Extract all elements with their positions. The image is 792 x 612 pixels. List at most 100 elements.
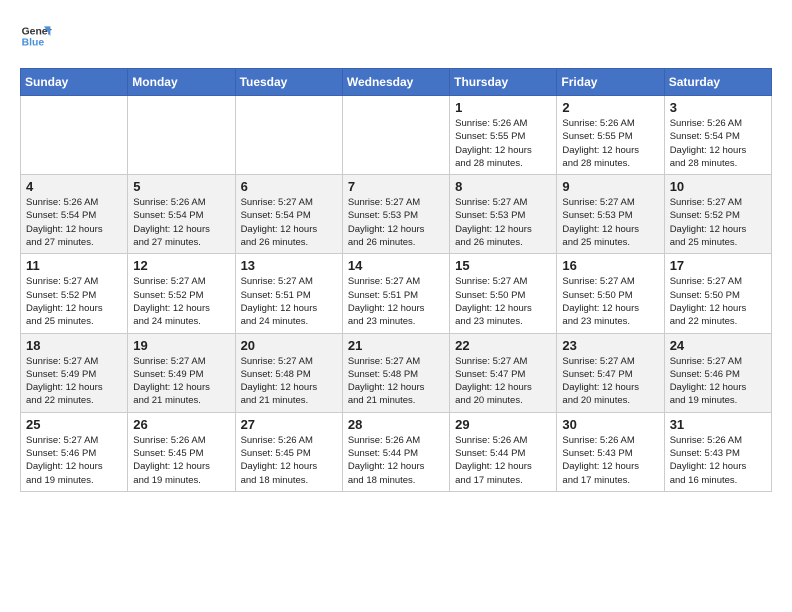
day-info: Sunrise: 5:26 AMSunset: 5:55 PMDaylight:… xyxy=(562,117,658,170)
day-number: 26 xyxy=(133,417,229,432)
day-header-saturday: Saturday xyxy=(664,69,771,96)
svg-text:Blue: Blue xyxy=(22,38,45,49)
calendar-header-row: SundayMondayTuesdayWednesdayThursdayFrid… xyxy=(21,69,772,96)
day-header-friday: Friday xyxy=(557,69,664,96)
page-header: General Blue xyxy=(20,20,772,52)
day-info: Sunrise: 5:27 AMSunset: 5:53 PMDaylight:… xyxy=(455,196,551,249)
day-info: Sunrise: 5:26 AMSunset: 5:54 PMDaylight:… xyxy=(26,196,122,249)
calendar-cell: 16Sunrise: 5:27 AMSunset: 5:50 PMDayligh… xyxy=(557,254,664,333)
day-info: Sunrise: 5:27 AMSunset: 5:52 PMDaylight:… xyxy=(670,196,766,249)
day-number: 11 xyxy=(26,258,122,273)
day-number: 22 xyxy=(455,338,551,353)
day-info: Sunrise: 5:27 AMSunset: 5:50 PMDaylight:… xyxy=(562,275,658,328)
calendar-cell: 11 Sunrise: 5:27 AMSunset: 5:52 PMDayligh… xyxy=(21,254,128,333)
calendar-cell: 1 Sunrise: 5:26 AMSunset: 5:55 PMDaylight… xyxy=(450,96,557,175)
day-number: 2 xyxy=(562,100,658,115)
day-info: Sunrise: 5:27 AMSunset: 5:48 PMDaylight:… xyxy=(241,355,337,408)
day-number: 31 xyxy=(670,417,766,432)
day-number: 9 xyxy=(562,179,658,194)
calendar-cell: 31 Sunrise: 5:26 AMSunset: 5:43 PMDayligh… xyxy=(664,412,771,491)
day-header-thursday: Thursday xyxy=(450,69,557,96)
calendar-cell: 6 Sunrise: 5:27 AMSunset: 5:54 PMDaylight… xyxy=(235,175,342,254)
calendar-week-3: 11 Sunrise: 5:27 AMSunset: 5:52 PMDayligh… xyxy=(21,254,772,333)
calendar-cell: 29 Sunrise: 5:26 AMSunset: 5:44 PMDayligh… xyxy=(450,412,557,491)
calendar-cell: 9Sunrise: 5:27 AMSunset: 5:53 PMDaylight… xyxy=(557,175,664,254)
day-info: Sunrise: 5:27 AMSunset: 5:46 PMDaylight:… xyxy=(26,434,122,487)
calendar-cell: 24 Sunrise: 5:27 AMSunset: 5:46 PMDayligh… xyxy=(664,333,771,412)
day-header-monday: Monday xyxy=(128,69,235,96)
day-info: Sunrise: 5:26 AMSunset: 5:54 PMDaylight:… xyxy=(133,196,229,249)
calendar-cell xyxy=(21,96,128,175)
day-number: 30 xyxy=(562,417,658,432)
logo: General Blue xyxy=(20,20,52,52)
calendar-cell: 25Sunrise: 5:27 AMSunset: 5:46 PMDayligh… xyxy=(21,412,128,491)
calendar-cell: 10 Sunrise: 5:27 AMSunset: 5:52 PMDayligh… xyxy=(664,175,771,254)
calendar-cell xyxy=(235,96,342,175)
day-number: 15 xyxy=(455,258,551,273)
day-info: Sunrise: 5:26 AMSunset: 5:54 PMDaylight:… xyxy=(670,117,766,170)
day-number: 19 xyxy=(133,338,229,353)
day-header-wednesday: Wednesday xyxy=(342,69,449,96)
calendar-cell: 19 Sunrise: 5:27 AMSunset: 5:49 PMDayligh… xyxy=(128,333,235,412)
calendar-week-1: 1 Sunrise: 5:26 AMSunset: 5:55 PMDaylight… xyxy=(21,96,772,175)
day-info: Sunrise: 5:27 AMSunset: 5:49 PMDaylight:… xyxy=(133,355,229,408)
calendar-cell: 21Sunrise: 5:27 AMSunset: 5:48 PMDayligh… xyxy=(342,333,449,412)
day-number: 6 xyxy=(241,179,337,194)
calendar-cell: 13Sunrise: 5:27 AMSunset: 5:51 PMDayligh… xyxy=(235,254,342,333)
day-number: 29 xyxy=(455,417,551,432)
calendar-cell: 12 Sunrise: 5:27 AMSunset: 5:52 PMDayligh… xyxy=(128,254,235,333)
day-header-tuesday: Tuesday xyxy=(235,69,342,96)
day-info: Sunrise: 5:27 AMSunset: 5:46 PMDaylight:… xyxy=(670,355,766,408)
calendar-cell: 20 Sunrise: 5:27 AMSunset: 5:48 PMDayligh… xyxy=(235,333,342,412)
day-info: Sunrise: 5:26 AMSunset: 5:55 PMDaylight:… xyxy=(455,117,551,170)
day-info: Sunrise: 5:27 AMSunset: 5:51 PMDaylight:… xyxy=(241,275,337,328)
day-info: Sunrise: 5:26 AMSunset: 5:43 PMDaylight:… xyxy=(562,434,658,487)
day-number: 1 xyxy=(455,100,551,115)
day-number: 27 xyxy=(241,417,337,432)
calendar-cell: 14Sunrise: 5:27 AMSunset: 5:51 PMDayligh… xyxy=(342,254,449,333)
day-number: 5 xyxy=(133,179,229,194)
calendar-cell: 8Sunrise: 5:27 AMSunset: 5:53 PMDaylight… xyxy=(450,175,557,254)
calendar-cell: 4 Sunrise: 5:26 AMSunset: 5:54 PMDaylight… xyxy=(21,175,128,254)
day-info: Sunrise: 5:27 AMSunset: 5:47 PMDaylight:… xyxy=(562,355,658,408)
day-number: 10 xyxy=(670,179,766,194)
calendar-week-2: 4 Sunrise: 5:26 AMSunset: 5:54 PMDaylight… xyxy=(21,175,772,254)
calendar-cell: 5 Sunrise: 5:26 AMSunset: 5:54 PMDaylight… xyxy=(128,175,235,254)
day-number: 14 xyxy=(348,258,444,273)
calendar-cell: 7 Sunrise: 5:27 AMSunset: 5:53 PMDaylight… xyxy=(342,175,449,254)
calendar-cell: 2 Sunrise: 5:26 AMSunset: 5:55 PMDaylight… xyxy=(557,96,664,175)
day-number: 4 xyxy=(26,179,122,194)
day-info: Sunrise: 5:27 AMSunset: 5:54 PMDaylight:… xyxy=(241,196,337,249)
day-number: 20 xyxy=(241,338,337,353)
day-info: Sunrise: 5:27 AMSunset: 5:53 PMDaylight:… xyxy=(348,196,444,249)
day-number: 21 xyxy=(348,338,444,353)
calendar-cell: 23 Sunrise: 5:27 AMSunset: 5:47 PMDayligh… xyxy=(557,333,664,412)
calendar-cell xyxy=(342,96,449,175)
calendar-cell: 27 Sunrise: 5:26 AMSunset: 5:45 PMDayligh… xyxy=(235,412,342,491)
day-info: Sunrise: 5:26 AMSunset: 5:44 PMDaylight:… xyxy=(455,434,551,487)
calendar-cell: 26 Sunrise: 5:26 AMSunset: 5:45 PMDayligh… xyxy=(128,412,235,491)
calendar-cell: 18Sunrise: 5:27 AMSunset: 5:49 PMDayligh… xyxy=(21,333,128,412)
day-number: 12 xyxy=(133,258,229,273)
calendar-week-5: 25Sunrise: 5:27 AMSunset: 5:46 PMDayligh… xyxy=(21,412,772,491)
calendar-cell: 22 Sunrise: 5:27 AMSunset: 5:47 PMDayligh… xyxy=(450,333,557,412)
day-info: Sunrise: 5:27 AMSunset: 5:50 PMDaylight:… xyxy=(455,275,551,328)
calendar-cell: 15 Sunrise: 5:27 AMSunset: 5:50 PMDayligh… xyxy=(450,254,557,333)
calendar-cell: 3 Sunrise: 5:26 AMSunset: 5:54 PMDaylight… xyxy=(664,96,771,175)
day-number: 3 xyxy=(670,100,766,115)
calendar-cell: 28Sunrise: 5:26 AMSunset: 5:44 PMDayligh… xyxy=(342,412,449,491)
day-info: Sunrise: 5:27 AMSunset: 5:52 PMDaylight:… xyxy=(26,275,122,328)
day-info: Sunrise: 5:27 AMSunset: 5:47 PMDaylight:… xyxy=(455,355,551,408)
calendar-cell: 30 Sunrise: 5:26 AMSunset: 5:43 PMDayligh… xyxy=(557,412,664,491)
calendar-cell xyxy=(128,96,235,175)
day-info: Sunrise: 5:27 AMSunset: 5:52 PMDaylight:… xyxy=(133,275,229,328)
day-info: Sunrise: 5:26 AMSunset: 5:45 PMDaylight:… xyxy=(241,434,337,487)
day-number: 23 xyxy=(562,338,658,353)
day-info: Sunrise: 5:26 AMSunset: 5:45 PMDaylight:… xyxy=(133,434,229,487)
day-number: 28 xyxy=(348,417,444,432)
calendar-week-4: 18Sunrise: 5:27 AMSunset: 5:49 PMDayligh… xyxy=(21,333,772,412)
day-info: Sunrise: 5:26 AMSunset: 5:43 PMDaylight:… xyxy=(670,434,766,487)
day-number: 7 xyxy=(348,179,444,194)
day-number: 24 xyxy=(670,338,766,353)
day-info: Sunrise: 5:27 AMSunset: 5:49 PMDaylight:… xyxy=(26,355,122,408)
